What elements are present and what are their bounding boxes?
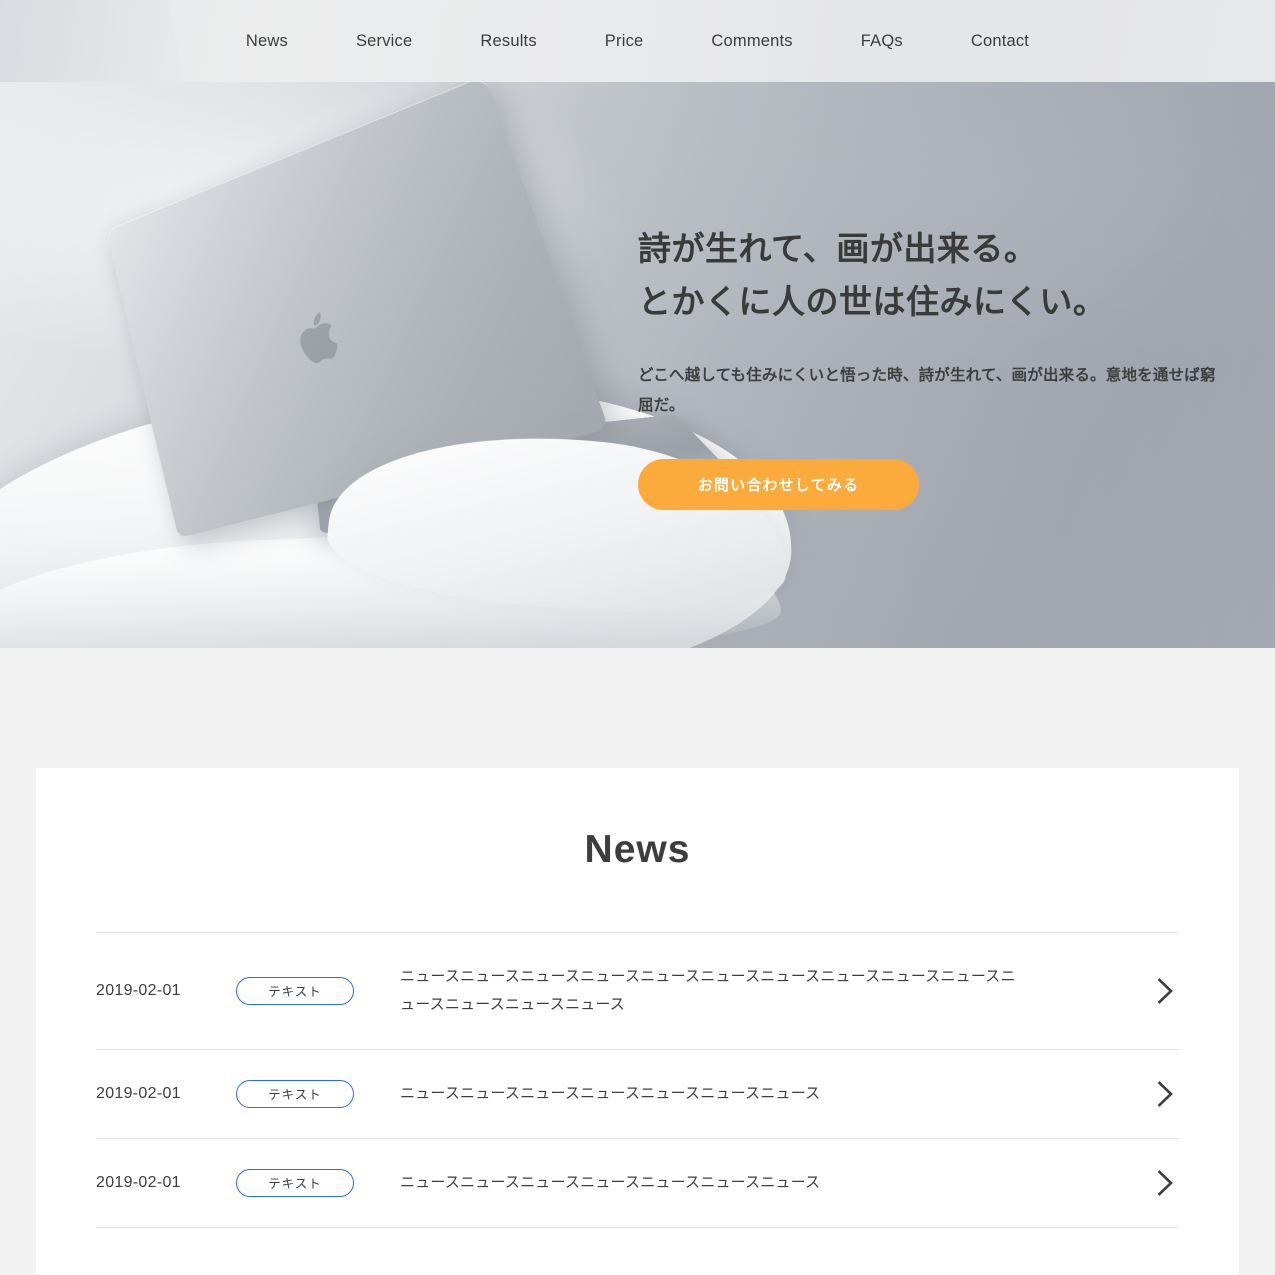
news-list: 2019-02-01 テキスト ニュースニュースニュースニュースニュースニュース… — [96, 932, 1179, 1228]
news-item-title: ニュースニュースニュースニュースニュースニュースニュースニュースニュースニュース… — [400, 968, 1016, 1013]
news-section: News 2019-02-01 テキスト ニュースニュースニュースニュースニュー… — [0, 648, 1275, 1275]
news-card: News 2019-02-01 テキスト ニュースニュースニュースニュースニュー… — [36, 768, 1239, 1275]
nav-item-contact[interactable]: Contact — [937, 33, 1029, 50]
news-heading: News — [584, 828, 691, 871]
news-item-tag: テキスト — [236, 1079, 354, 1108]
news-list-item[interactable]: 2019-02-01 テキスト ニュースニュースニュースニュースニュースニュース… — [96, 933, 1179, 1050]
nav-item-price[interactable]: Price — [571, 33, 678, 50]
news-item-tag: テキスト — [236, 976, 354, 1005]
news-item-date: 2019-02-01 — [96, 1173, 181, 1191]
main-navigation: News Service Results Price Comments FAQs… — [246, 33, 1029, 50]
news-item-date: 2019-02-01 — [96, 1084, 181, 1102]
chevron-right-icon — [1153, 1080, 1179, 1107]
hero-section: 詩が生れて、画が出来る。 とかくに人の世は住みにくい。 どこへ越しても住みにくい… — [0, 82, 1275, 648]
hero-title-line-1: 詩が生れて、画が出来る。 — [638, 230, 1038, 267]
hero-description: どこへ越しても住みにくいと悟った時、詩が生れて、画が出来る。意地を通せば窮屈だ。 — [638, 366, 1216, 415]
hero-title: 詩が生れて、画が出来る。 とかくに人の世は住みにくい。 — [638, 222, 1238, 329]
nav-item-faqs[interactable]: FAQs — [827, 33, 937, 50]
chevron-right-icon — [1153, 977, 1179, 1004]
news-item-tag: テキスト — [236, 1168, 354, 1197]
chevron-right-icon — [1153, 1169, 1179, 1196]
news-list-item[interactable]: 2019-02-01 テキスト ニュースニュースニュースニュースニュースニュース… — [96, 1139, 1179, 1228]
news-list-item[interactable]: 2019-02-01 テキスト ニュースニュースニュースニュースニュースニュース… — [96, 1050, 1179, 1139]
news-item-title: ニュースニュースニュースニュースニュースニュースニュース — [400, 1084, 821, 1102]
nav-item-results[interactable]: Results — [446, 33, 570, 50]
hero-copy: 詩が生れて、画が出来る。 とかくに人の世は住みにくい。 どこへ越しても住みにくい… — [638, 222, 1238, 511]
nav-item-service[interactable]: Service — [322, 33, 446, 50]
contact-cta-button[interactable]: お問い合わせしてみる — [638, 459, 919, 511]
nav-item-news[interactable]: News — [246, 33, 322, 50]
hero-title-line-2: とかくに人の世は住みにくい。 — [638, 283, 1107, 321]
news-item-title: ニュースニュースニュースニュースニュースニュースニュース — [400, 1173, 821, 1191]
news-item-date: 2019-02-01 — [96, 981, 181, 999]
site-header: News Service Results Price Comments FAQs… — [0, 0, 1275, 82]
nav-item-comments[interactable]: Comments — [677, 33, 826, 50]
